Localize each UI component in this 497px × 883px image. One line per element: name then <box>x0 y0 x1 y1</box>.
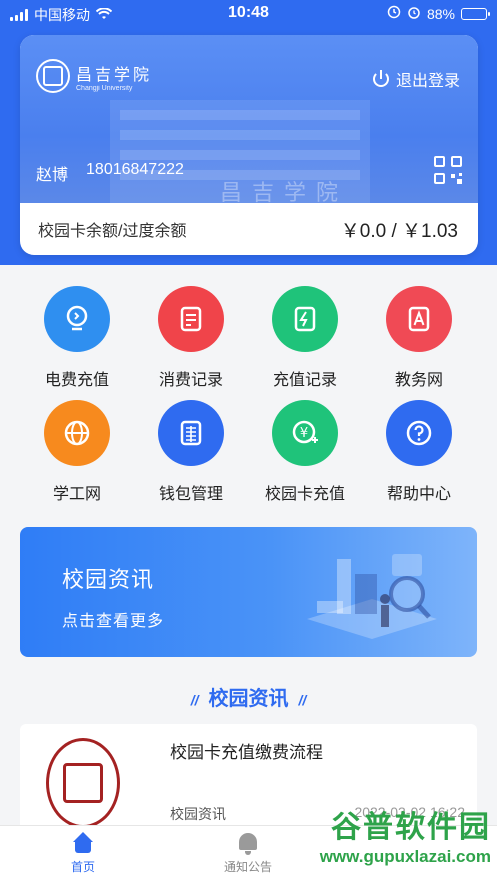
grid-label: 电费充值 <box>44 372 109 389</box>
academic-icon <box>386 286 452 352</box>
banner-title: 校园资讯 <box>62 567 155 592</box>
home-icon <box>72 832 94 854</box>
wallet-icon <box>158 400 224 466</box>
school-name-en: Changji University <box>76 84 133 92</box>
grid-item-student-affairs[interactable]: 学工网 <box>20 400 134 512</box>
grid-label: 帮助中心 <box>386 486 451 503</box>
news-title: 校园卡充值缴费流程 <box>170 743 323 762</box>
grid-label: 钱包管理 <box>158 486 223 503</box>
grid-item-wallet[interactable]: 钱包管理 <box>134 400 248 512</box>
recharge-record-icon <box>272 286 338 352</box>
watermark-url: www.gupuxlazai.com <box>319 847 491 866</box>
school-emblem-icon <box>36 59 70 93</box>
grid-label: 充值记录 <box>272 372 337 389</box>
grid-label: 教务网 <box>394 372 443 389</box>
bell-icon <box>239 833 257 855</box>
alarm-icon <box>407 5 421 22</box>
status-bar: 中国移动 10:48 88% <box>0 0 497 28</box>
battery-icon <box>461 7 490 20</box>
school-seal-icon <box>46 738 120 828</box>
grid-item-electricity[interactable]: 电费充值 <box>20 286 134 398</box>
banner-subtitle: 点击查看更多 <box>62 613 165 630</box>
grid-label: 学工网 <box>52 486 101 503</box>
balance-value: ￥0.0 / ￥1.03 <box>340 220 458 242</box>
site-watermark: 谷普软件园 www.gupuxlazai.com <box>271 810 491 878</box>
section-deco-left: // <box>190 692 199 708</box>
card-recharge-icon: ¥ <box>272 400 338 466</box>
grid-item-card-recharge[interactable]: ¥ 校园卡充值 <box>248 400 362 512</box>
location-icon <box>387 5 401 22</box>
tab-home-label: 首页 <box>70 860 95 874</box>
help-icon <box>386 400 452 466</box>
user-info: 赵博 18016847222 <box>36 161 184 185</box>
power-icon <box>372 70 390 88</box>
qr-code-icon[interactable] <box>434 156 462 184</box>
grid-item-recharge-record[interactable]: 充值记录 <box>248 286 362 398</box>
globe-icon <box>44 400 110 466</box>
balance-label: 校园卡余额/过度余额 <box>38 223 187 240</box>
news-category: 校园资讯 <box>170 806 226 822</box>
section-title: // 校园资讯 // <box>0 682 497 711</box>
lightbulb-icon <box>44 286 110 352</box>
user-phone: 18016847222 <box>86 161 184 178</box>
balance-row[interactable]: 校园卡余额/过度余额 ￥0.0 / ￥1.03 <box>20 203 478 255</box>
battery-percent: 88% <box>426 5 455 22</box>
section-title-text: 校园资讯 <box>208 688 289 710</box>
grid-item-help[interactable]: 帮助中心 <box>362 400 476 512</box>
logout-button[interactable]: 退出登录 <box>372 67 460 91</box>
svg-text:¥: ¥ <box>300 426 308 441</box>
building-sign: 昌吉学院 <box>220 181 349 203</box>
school-name-cn: 昌吉学院 <box>76 64 153 84</box>
grid-item-academic[interactable]: 教务网 <box>362 286 476 398</box>
campus-building-photo: 昌吉学院 昌吉学院 Changji University 退出登录 赵博 180… <box>20 35 478 203</box>
grid-label: 校园卡充值 <box>264 486 345 503</box>
section-deco-right: // <box>298 692 307 708</box>
user-name: 赵博 <box>36 167 69 184</box>
tab-home[interactable]: 首页 <box>38 832 128 875</box>
grid-label: 消费记录 <box>158 372 223 389</box>
receipt-icon <box>158 286 224 352</box>
watermark-title: 谷普软件园 <box>331 811 491 844</box>
grid-item-consumption[interactable]: 消费记录 <box>134 286 248 398</box>
logout-label: 退出登录 <box>395 73 460 90</box>
news-banner[interactable]: 校园资讯 点击查看更多 <box>20 527 477 657</box>
campus-card: 昌吉学院 昌吉学院 Changji University 退出登录 赵博 180… <box>20 35 478 255</box>
news-illustration-icon <box>307 554 437 639</box>
school-logo: 昌吉学院 Changji University <box>36 59 152 93</box>
